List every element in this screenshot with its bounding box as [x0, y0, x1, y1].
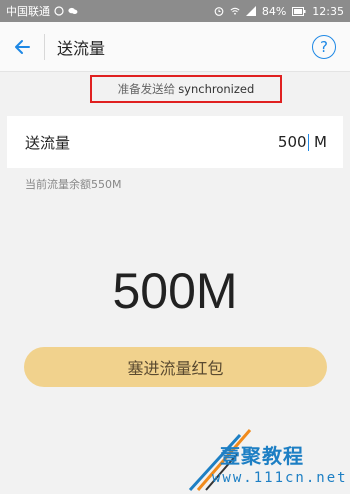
status-right: 84% 12:35	[214, 5, 344, 18]
recipient-info: 准备发送给 synchronized	[90, 75, 282, 103]
battery-level: 84%	[261, 4, 287, 18]
amount-input[interactable]: 500 M	[278, 133, 327, 151]
battery-icon	[292, 6, 306, 16]
header-divider	[44, 33, 45, 60]
alarm-icon	[214, 7, 224, 16]
send-packet-button[interactable]: 塞进流量红包	[24, 347, 327, 387]
clock: 12:35	[312, 4, 344, 18]
recipient-prefix: 准备发送给	[117, 82, 176, 96]
amount-label: 送流量	[25, 133, 71, 152]
recipient-name: synchronized	[178, 82, 255, 96]
app-header: 送流量 ?	[0, 22, 350, 72]
wifi-icon	[230, 7, 240, 15]
signal-icon	[245, 6, 256, 16]
wechat-icon	[68, 7, 78, 14]
sim-icon	[54, 6, 64, 16]
page-title: 送流量	[57, 38, 106, 58]
amount-value: 500	[277, 133, 307, 151]
watermark-url: www.111cn.net	[212, 470, 348, 486]
watermark-text: 壹聚教程	[220, 444, 304, 468]
status-left: 中国联通	[6, 3, 78, 19]
help-button[interactable]: ?	[312, 35, 336, 59]
back-button[interactable]	[0, 22, 44, 72]
help-icon: ?	[320, 37, 328, 56]
carrier-label: 中国联通	[6, 5, 50, 18]
amount-unit: M	[314, 133, 327, 151]
status-bar: 中国联通 84% 12:35	[0, 0, 350, 22]
text-caret	[307, 133, 310, 151]
balance-text: 当前流量余额550M	[25, 178, 122, 191]
amount-display: 500M	[112, 263, 238, 319]
back-arrow-icon	[15, 39, 30, 54]
amount-input-row[interactable]: 送流量 500 M	[7, 116, 343, 168]
